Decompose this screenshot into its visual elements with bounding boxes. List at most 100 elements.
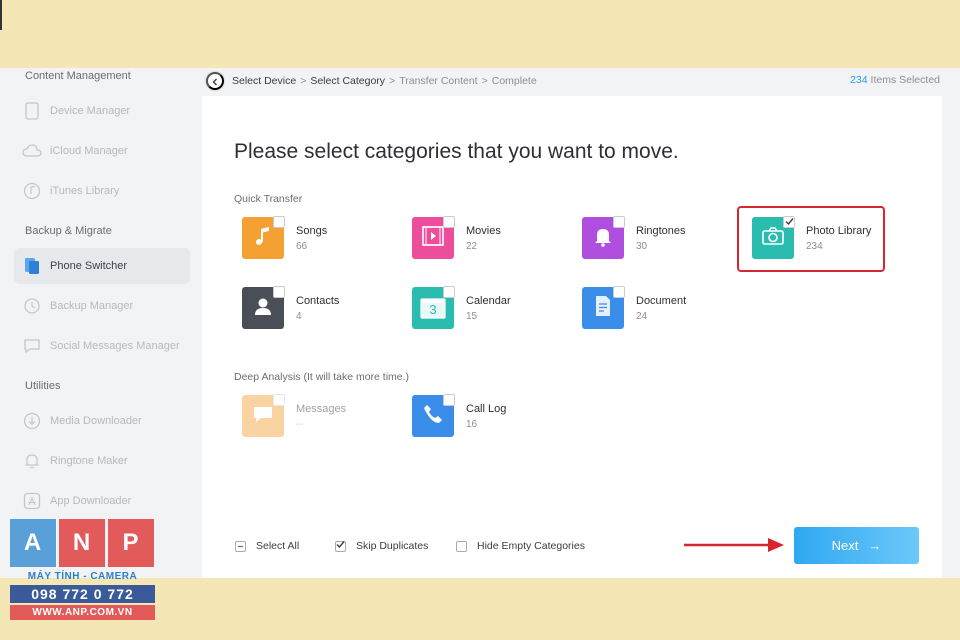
breadcrumb-separator: > xyxy=(389,75,396,87)
songs-checkbox[interactable] xyxy=(273,216,285,228)
phone-handset-icon xyxy=(422,403,444,430)
sidebar: Content Management Device Manager iCloud… xyxy=(0,68,196,578)
hide-empty-checkbox[interactable] xyxy=(456,540,467,552)
sidebar-item-label: App Downloader xyxy=(50,495,132,507)
breadcrumb-separator: > xyxy=(300,75,307,87)
logo-letter-p: P xyxy=(108,519,154,567)
sidebar-item-label: iCloud Manager xyxy=(50,145,128,157)
category-count: 15 xyxy=(466,310,478,322)
ringtones-tile xyxy=(582,216,625,259)
sidebar-section-backup: Backup & Migrate xyxy=(25,225,112,237)
calendar-checkbox[interactable] xyxy=(443,286,455,298)
sidebar-item-phone-switcher[interactable]: Phone Switcher xyxy=(14,248,190,284)
sidebar-item-itunes-library[interactable]: iTunes Library xyxy=(14,173,190,209)
category-count: 4 xyxy=(296,310,302,322)
category-name: Calendar xyxy=(466,294,511,307)
messages-tile xyxy=(242,394,285,437)
skip-duplicates-label: Skip Duplicates xyxy=(356,540,429,552)
history-icon xyxy=(22,296,42,316)
logo-letters: A N P xyxy=(10,519,155,567)
sidebar-item-label: Device Manager xyxy=(50,105,131,117)
phone-switch-icon xyxy=(22,256,42,276)
select-all-option[interactable]: Select All xyxy=(235,540,299,552)
back-button[interactable] xyxy=(206,72,224,90)
bell-icon xyxy=(593,225,613,252)
app-window: Content Management Device Manager iCloud… xyxy=(0,68,960,578)
sidebar-item-label: Media Downloader xyxy=(50,415,142,427)
category-name: Ringtones xyxy=(636,224,686,237)
breadcrumb-step-complete: Complete xyxy=(491,75,537,87)
phone-icon xyxy=(22,101,42,121)
window-edge xyxy=(0,0,2,30)
sidebar-item-icloud-manager[interactable]: iCloud Manager xyxy=(14,133,190,169)
sidebar-item-app-downloader[interactable]: App Downloader xyxy=(14,483,190,519)
music-icon xyxy=(22,181,42,201)
category-count: -- xyxy=(296,418,303,430)
message-bubble-icon xyxy=(252,404,274,429)
category-call-log[interactable]: Call Log 16 xyxy=(412,392,562,440)
category-contacts[interactable]: Contacts 4 xyxy=(242,284,392,332)
hide-empty-option[interactable]: Hide Empty Categories xyxy=(456,540,585,552)
logo-website: WWW.ANP.COM.VN xyxy=(10,605,155,620)
document-tile xyxy=(582,286,625,329)
category-movies[interactable]: Movies 22 xyxy=(412,214,562,262)
category-name: Messages xyxy=(296,402,347,415)
category-songs[interactable]: Songs 66 xyxy=(242,214,392,262)
movies-tile xyxy=(412,216,455,259)
next-button-label: Next xyxy=(831,538,859,553)
main-area: Select Device > Select Category > Transf… xyxy=(202,68,942,578)
sidebar-item-label: Social Messages Manager xyxy=(50,340,180,352)
calendar-digit: 3 xyxy=(429,302,437,317)
category-count: 22 xyxy=(466,240,478,252)
category-count: 66 xyxy=(296,240,308,252)
logo-phone: 098 772 0 772 xyxy=(10,585,155,603)
skip-duplicates-option[interactable]: Skip Duplicates xyxy=(335,540,428,552)
items-selected-number: 234 xyxy=(850,74,868,86)
sidebar-section-utilities: Utilities xyxy=(25,380,61,392)
document-checkbox[interactable] xyxy=(613,286,625,298)
select-all-checkbox[interactable] xyxy=(235,540,246,552)
cloud-icon xyxy=(22,141,42,161)
category-panel: Please select categories that you want t… xyxy=(202,96,942,578)
document-icon xyxy=(593,294,613,323)
songs-tile xyxy=(242,216,285,259)
sidebar-item-media-downloader[interactable]: Media Downloader xyxy=(14,403,190,439)
call-log-tile xyxy=(412,394,455,437)
call-log-checkbox[interactable] xyxy=(443,394,455,406)
calendar-tile: 3 xyxy=(412,286,455,329)
sidebar-item-label: Phone Switcher xyxy=(50,260,128,272)
skip-duplicates-checkbox[interactable] xyxy=(335,540,346,552)
contacts-checkbox[interactable] xyxy=(273,286,285,298)
bell-icon xyxy=(22,451,42,471)
movies-checkbox[interactable] xyxy=(443,216,455,228)
logo-tagline: MÁY TÍNH - CAMERA xyxy=(27,571,138,582)
category-name: Movies xyxy=(466,224,501,237)
breadcrumb: Select Device > Select Category > Transf… xyxy=(202,68,942,94)
sidebar-item-device-manager[interactable]: Device Manager xyxy=(14,93,190,129)
breadcrumb-step-select-category: Select Category xyxy=(310,75,386,87)
sidebar-item-social-messages[interactable]: Social Messages Manager xyxy=(14,328,190,364)
category-count: 16 xyxy=(466,418,478,430)
sidebar-section-content: Content Management xyxy=(25,70,131,82)
breadcrumb-separator: > xyxy=(481,75,488,87)
breadcrumb-step-select-device[interactable]: Select Device xyxy=(232,75,296,87)
breadcrumb-step-transfer-content: Transfer Content xyxy=(399,75,478,87)
items-selected-counter: 234 Items Selected xyxy=(850,74,940,86)
download-icon xyxy=(22,411,42,431)
sidebar-item-label: Backup Manager xyxy=(50,300,134,312)
hide-empty-label: Hide Empty Categories xyxy=(477,540,585,552)
category-document[interactable]: Document 24 xyxy=(582,284,732,332)
deep-analysis-label: Deep Analysis (It will take more time.) xyxy=(234,371,410,383)
sidebar-item-ringtone-maker[interactable]: Ringtone Maker xyxy=(14,443,190,479)
sidebar-item-backup-manager[interactable]: Backup Manager xyxy=(14,288,190,324)
category-name: Contacts xyxy=(296,294,340,307)
category-count: 24 xyxy=(636,310,648,322)
category-count: 30 xyxy=(636,240,648,252)
category-name: Call Log xyxy=(466,402,507,415)
items-selected-label: Items Selected xyxy=(870,74,940,86)
category-calendar[interactable]: 3 Calendar 15 xyxy=(412,284,562,332)
next-button[interactable]: Next → xyxy=(794,527,919,564)
category-ringtones[interactable]: Ringtones 30 xyxy=(582,214,732,262)
page-title: Please select categories that you want t… xyxy=(234,140,679,163)
ringtones-checkbox[interactable] xyxy=(613,216,625,228)
